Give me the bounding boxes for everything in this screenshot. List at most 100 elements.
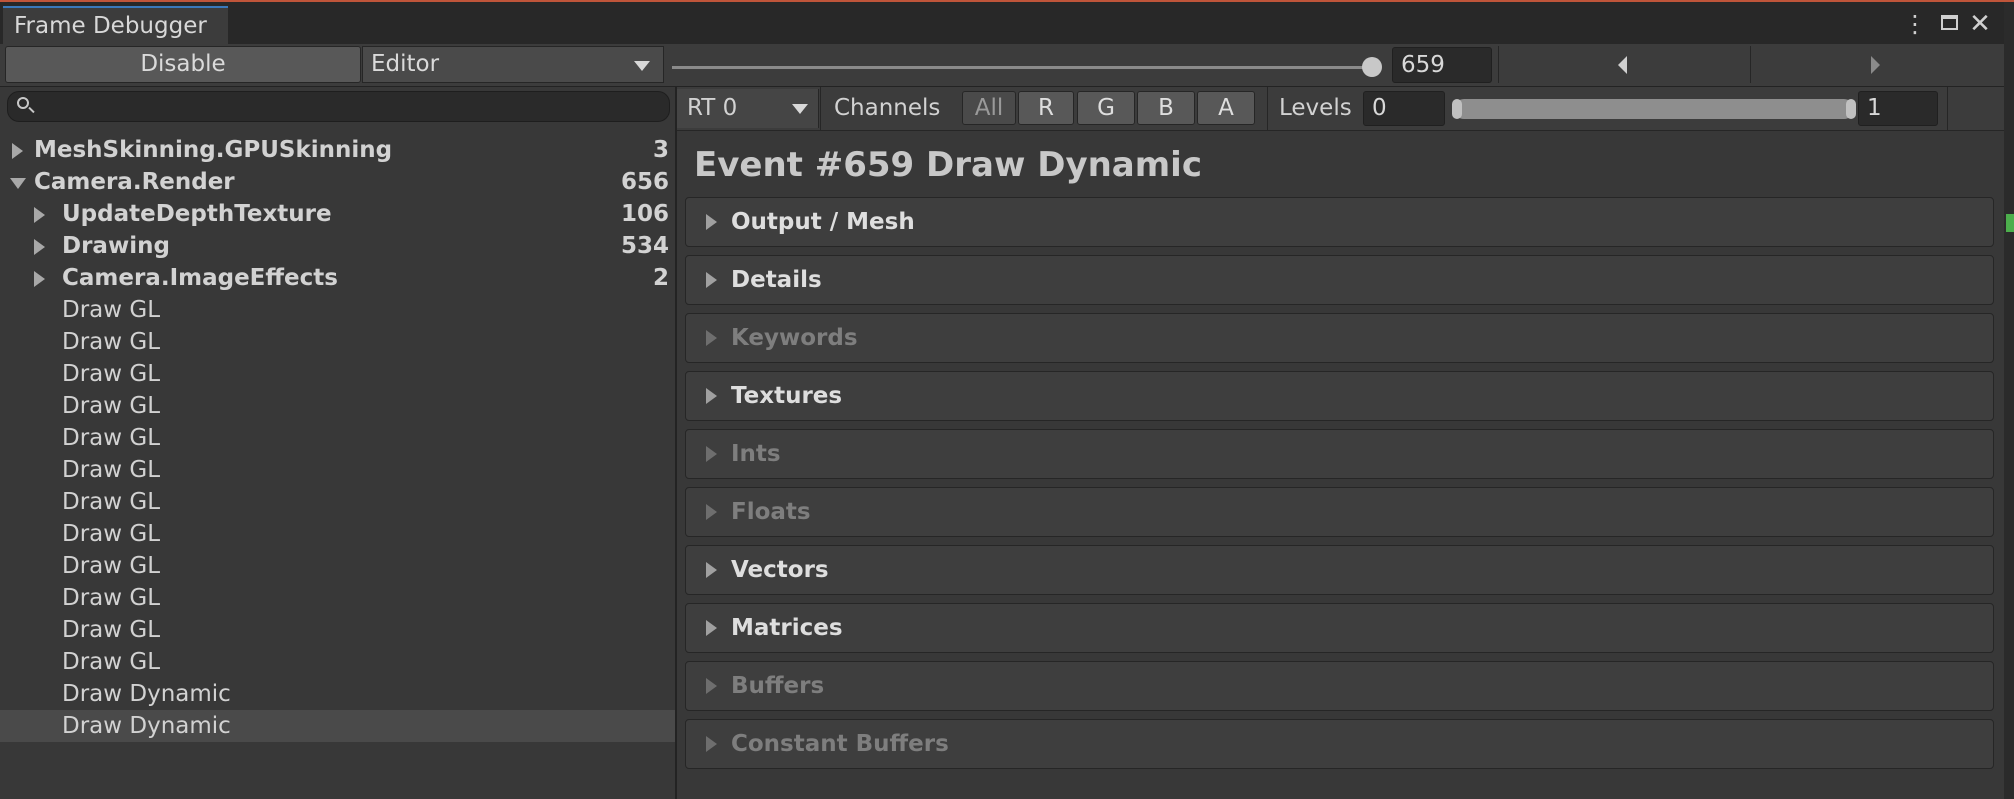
event-index-field[interactable]: 659 bbox=[1392, 47, 1492, 83]
tree-row-label: Draw GL bbox=[62, 457, 161, 483]
arrow-right-icon bbox=[1871, 56, 1880, 74]
tree-row-label: Draw GL bbox=[62, 329, 161, 355]
levels-max-handle[interactable] bbox=[1846, 99, 1856, 119]
levels-range-slider[interactable] bbox=[1454, 99, 1854, 119]
render-target-dropdown[interactable]: RT 0 bbox=[677, 89, 819, 128]
event-slider[interactable] bbox=[672, 66, 1374, 69]
foldout-section: Floats bbox=[685, 487, 1994, 537]
section-label: Floats bbox=[731, 499, 811, 525]
tree-row[interactable]: Camera.ImageEffects 2 bbox=[0, 262, 675, 294]
levels-max-field[interactable]: 1 bbox=[1858, 91, 1938, 126]
foldout-collapsed-icon[interactable] bbox=[34, 207, 45, 223]
foldout-section[interactable]: Output / Mesh bbox=[685, 197, 1994, 247]
foldout-collapsed-icon[interactable] bbox=[34, 239, 45, 255]
tree-row[interactable]: Draw GL bbox=[0, 454, 675, 486]
tree-row[interactable]: Draw GL bbox=[0, 358, 675, 390]
tree-row-count: 3 bbox=[652, 137, 669, 163]
target-dropdown[interactable]: Editor bbox=[362, 46, 664, 83]
foldout-collapsed-icon[interactable] bbox=[12, 143, 23, 159]
foldout-section: Buffers bbox=[685, 661, 1994, 711]
event-details-panel: RT 0 Channels All R G B A Levels 0 1 Eve… bbox=[677, 87, 2004, 799]
tree-row[interactable]: Draw GL bbox=[0, 518, 675, 550]
chevron-down-icon bbox=[792, 104, 808, 114]
tree-row[interactable]: Draw GL bbox=[0, 422, 675, 454]
render-target-bar: RT 0 Channels All R G B A Levels 0 1 bbox=[677, 87, 2004, 131]
tree-row[interactable]: Draw Dynamic bbox=[0, 678, 675, 710]
event-hierarchy-panel: MeshSkinning.GPUSkinning 3 Camera.Render 65… bbox=[0, 87, 677, 799]
search-field[interactable] bbox=[7, 91, 670, 122]
divider bbox=[820, 87, 821, 130]
foldout-collapsed-icon[interactable] bbox=[34, 271, 45, 287]
tree-row[interactable]: Draw GL bbox=[0, 486, 675, 518]
foldout-arrow-icon bbox=[706, 388, 717, 404]
channel-all-button[interactable]: All bbox=[962, 91, 1016, 125]
tree-row-label: Draw Dynamic bbox=[62, 681, 231, 707]
tree-row-label: Camera.ImageEffects bbox=[62, 265, 338, 291]
tree-row-label: Draw GL bbox=[62, 393, 161, 419]
foldout-arrow-icon bbox=[706, 504, 717, 520]
foldout-arrow-icon bbox=[706, 562, 717, 578]
chevron-down-icon bbox=[634, 61, 650, 71]
divider bbox=[1947, 87, 1948, 130]
tree-row-label: Drawing bbox=[62, 233, 170, 259]
levels-min-field[interactable]: 0 bbox=[1363, 91, 1445, 126]
window-edge bbox=[2004, 2, 2014, 799]
foldout-arrow-icon bbox=[706, 330, 717, 346]
channels-label: Channels bbox=[834, 95, 941, 121]
tree-row-label: Camera.Render bbox=[34, 169, 235, 195]
foldout-arrow-icon bbox=[706, 736, 717, 752]
tree-row-label: Draw GL bbox=[62, 649, 161, 675]
foldout-section[interactable]: Details bbox=[685, 255, 1994, 305]
levels-label: Levels bbox=[1279, 95, 1352, 121]
tree-row[interactable]: UpdateDepthTexture 106 bbox=[0, 198, 675, 230]
section-label: Textures bbox=[731, 383, 843, 409]
tab-frame-debugger[interactable]: Frame Debugger bbox=[3, 6, 228, 44]
channel-a-button[interactable]: A bbox=[1197, 91, 1255, 125]
disable-button[interactable]: Disable bbox=[5, 46, 361, 83]
tree-row[interactable]: Drawing 534 bbox=[0, 230, 675, 262]
tree-row[interactable]: Draw Dynamic bbox=[0, 710, 675, 742]
tree-row-label: Draw GL bbox=[62, 553, 161, 579]
tree-row[interactable]: Draw GL bbox=[0, 326, 675, 358]
tree-row[interactable]: Draw GL bbox=[0, 390, 675, 422]
more-options-icon[interactable]: ⋮ bbox=[1903, 12, 1927, 36]
edge-indicator bbox=[2006, 214, 2014, 232]
tree-row[interactable]: MeshSkinning.GPUSkinning 3 bbox=[0, 134, 675, 166]
event-slider-thumb[interactable] bbox=[1362, 57, 1382, 77]
tree-row[interactable]: Camera.Render 656 bbox=[0, 166, 675, 198]
close-icon[interactable]: ✕ bbox=[1968, 11, 1992, 37]
tree-row[interactable]: Draw GL bbox=[0, 646, 675, 678]
search-icon bbox=[17, 97, 29, 109]
tree-row-label: Draw GL bbox=[62, 297, 161, 323]
foldout-arrow-icon bbox=[706, 678, 717, 694]
foldout-arrow-icon bbox=[706, 214, 717, 230]
tree-row-label: Draw GL bbox=[62, 521, 161, 547]
levels-min-handle[interactable] bbox=[1452, 99, 1462, 119]
tree-row[interactable]: Draw GL bbox=[0, 294, 675, 326]
channel-g-button[interactable]: G bbox=[1077, 91, 1135, 125]
section-label: Output / Mesh bbox=[731, 209, 915, 235]
tree-row-label: Draw GL bbox=[62, 361, 161, 387]
foldout-arrow-icon bbox=[706, 620, 717, 636]
next-event-button[interactable] bbox=[1750, 46, 2005, 83]
toolbar: Disable Editor 659 bbox=[0, 44, 2005, 87]
previous-event-button[interactable] bbox=[1498, 46, 1750, 83]
tree-row-count: 106 bbox=[620, 201, 669, 227]
channel-b-button[interactable]: B bbox=[1137, 91, 1195, 125]
channel-r-button[interactable]: R bbox=[1018, 91, 1074, 125]
maximize-icon[interactable] bbox=[1937, 12, 1961, 36]
section-label: Ints bbox=[731, 441, 781, 467]
section-label: Details bbox=[731, 267, 822, 293]
tree-row[interactable]: Draw GL bbox=[0, 614, 675, 646]
section-label: Constant Buffers bbox=[731, 731, 949, 757]
foldout-expanded-icon[interactable] bbox=[10, 178, 26, 189]
foldout-section: Constant Buffers bbox=[685, 719, 1994, 769]
tree-row-label: Draw GL bbox=[62, 425, 161, 451]
foldout-section[interactable]: Textures bbox=[685, 371, 1994, 421]
tree-row-label: Draw GL bbox=[62, 617, 161, 643]
event-title: Event #659 Draw Dynamic bbox=[694, 145, 1202, 185]
foldout-section[interactable]: Vectors bbox=[685, 545, 1994, 595]
tree-row[interactable]: Draw GL bbox=[0, 582, 675, 614]
foldout-section[interactable]: Matrices bbox=[685, 603, 1994, 653]
tree-row[interactable]: Draw GL bbox=[0, 550, 675, 582]
